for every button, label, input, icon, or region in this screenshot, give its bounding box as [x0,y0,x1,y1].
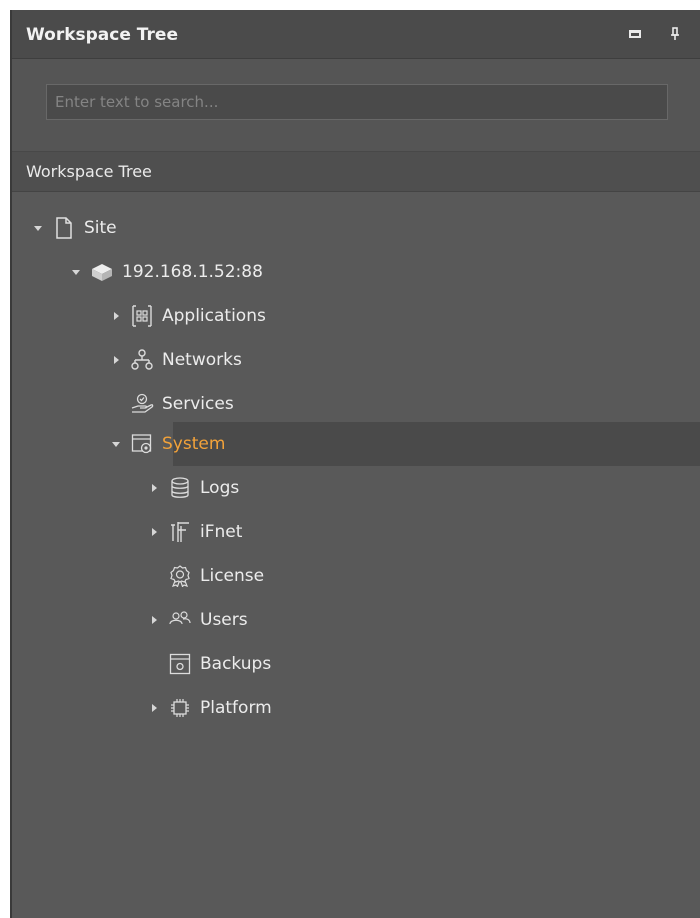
restore-icon[interactable] [624,23,646,45]
tree-item-backups[interactable]: Backups [12,642,700,686]
document-icon [52,216,76,240]
pin-icon[interactable] [664,23,686,45]
expand-arrow-icon[interactable] [146,524,162,540]
tree-item-label: iFnet [200,522,243,542]
expand-arrow-icon[interactable] [146,612,162,628]
tree-item-networks[interactable]: Networks [12,338,700,382]
tree-item-label: License [200,566,265,586]
network-icon [130,348,154,372]
expand-arrow-icon[interactable] [108,352,124,368]
tree-item-users[interactable]: Users [12,598,700,642]
badge-icon [168,564,192,588]
tree-item-label: System [162,434,226,454]
panel-titlebar: Workspace Tree [12,10,700,59]
tree-item-applications[interactable]: Applications [12,294,700,338]
system-settings-icon [130,432,154,456]
users-icon [168,608,192,632]
tree-item-label: Networks [162,350,242,370]
tree-item-label: Users [200,610,248,630]
tree-item-platform[interactable]: Platform [12,686,700,730]
tree-item-system[interactable]: System [12,422,700,466]
workspace-tree: Site 192.168.1.52:88 Applications Networ… [12,192,700,918]
tree-item-logs[interactable]: Logs [12,466,700,510]
tree-item-ifnet[interactable]: iFnet [12,510,700,554]
tree-item-label: Site [84,218,117,238]
database-icon [168,476,192,500]
workspace-tree-panel: Workspace Tree Workspace Tree [10,10,700,918]
search-area [12,59,700,152]
expand-arrow-icon[interactable] [108,308,124,324]
chip-icon [168,696,192,720]
tree-item-label: Applications [162,306,266,326]
hand-icon [130,392,154,416]
expand-arrow-icon[interactable] [68,264,84,280]
tree-item-license[interactable]: License [12,554,700,598]
search-input[interactable] [46,84,668,120]
ifnet-icon [168,520,192,544]
save-icon [168,652,192,676]
grid-icon [130,304,154,328]
tree-item-site[interactable]: Site [12,206,700,250]
selection-highlight [173,422,700,466]
expand-arrow-icon[interactable] [146,480,162,496]
tree-item-services[interactable]: Services [12,382,700,426]
tree-header: Workspace Tree [12,152,700,192]
expand-arrow-icon[interactable] [146,700,162,716]
tree-item-label: Logs [200,478,240,498]
server-icon [90,260,114,284]
tree-item-label: 192.168.1.52:88 [122,262,263,282]
tree-item-label: Platform [200,698,272,718]
tree-item-label: Services [162,394,234,414]
panel-title: Workspace Tree [26,25,178,45]
tree-item-label: Backups [200,654,272,674]
expand-arrow-icon[interactable] [30,220,46,236]
expand-arrow-icon[interactable] [108,436,124,452]
tree-item-server[interactable]: 192.168.1.52:88 [12,250,700,294]
